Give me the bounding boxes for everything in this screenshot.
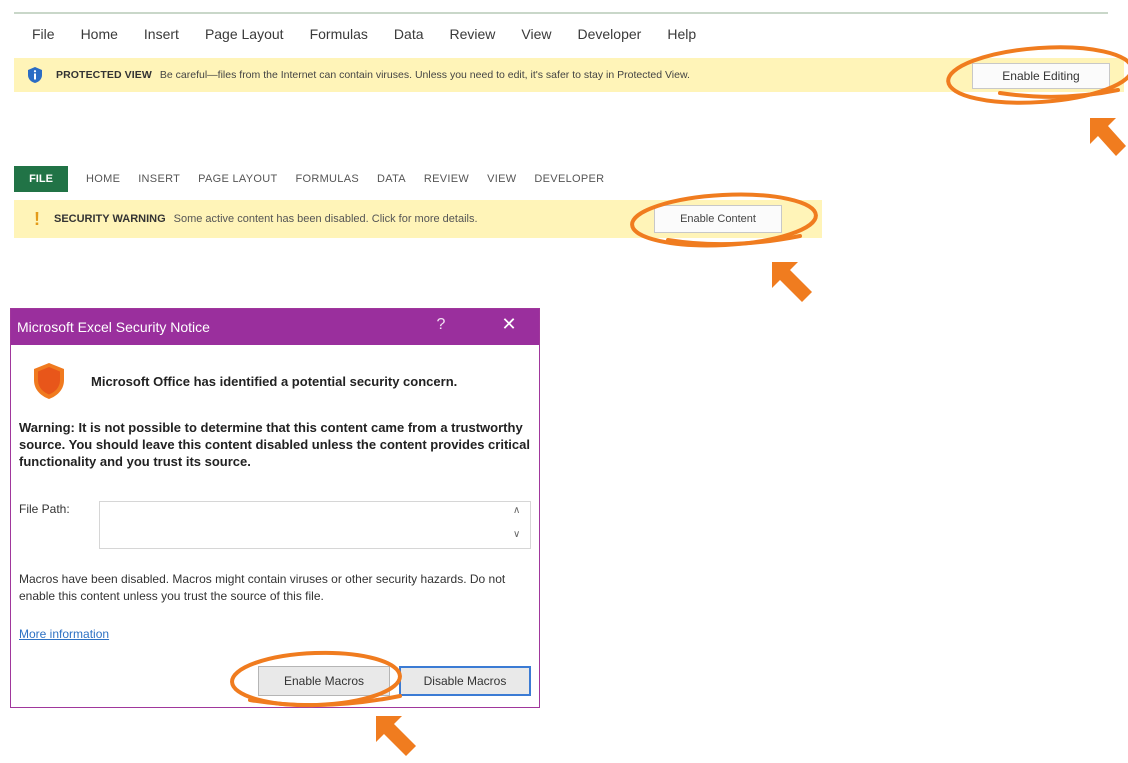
chevron-up-icon[interactable]: ∧ <box>513 505 520 516</box>
tab-page-layout[interactable]: Page Layout <box>205 26 284 42</box>
security-notice-dialog: Microsoft Excel Security Notice ? ✕ Micr… <box>10 308 540 708</box>
tab-data[interactable]: Data <box>394 26 424 42</box>
tab-formulas-caps[interactable]: FORMULAS <box>295 173 359 185</box>
pointer-arrow-icon <box>376 716 416 756</box>
warning-shield-icon <box>34 363 64 399</box>
help-icon[interactable]: ? <box>431 316 451 334</box>
file-path-field[interactable] <box>99 501 531 549</box>
enable-editing-button[interactable]: Enable Editing <box>972 63 1110 89</box>
protected-view-message: Be careful—files from the Internet can c… <box>159 69 690 81</box>
pointer-arrow-icon <box>772 262 812 302</box>
tab-review[interactable]: Review <box>450 26 496 42</box>
close-icon[interactable]: ✕ <box>497 314 521 335</box>
enable-macros-button[interactable]: Enable Macros <box>258 666 390 696</box>
dialog-warning-text: Warning: It is not possible to determine… <box>19 420 530 469</box>
tab-insert[interactable]: Insert <box>144 26 179 42</box>
dialog-title: Microsoft Excel Security Notice <box>17 319 210 335</box>
tab-help[interactable]: Help <box>667 26 696 42</box>
tab-view[interactable]: View <box>521 26 551 42</box>
macros-disabled-text: Macros have been disabled. Macros might … <box>19 572 506 603</box>
dialog-headline: Microsoft Office has identified a potent… <box>91 374 458 389</box>
protected-view-bar: PROTECTED VIEW Be careful—files from the… <box>14 58 1124 92</box>
enable-content-button[interactable]: Enable Content <box>654 205 782 233</box>
tab-data-caps[interactable]: DATA <box>377 173 406 185</box>
dialog-titlebar[interactable]: Microsoft Excel Security Notice <box>11 309 539 345</box>
tab-developer[interactable]: Developer <box>578 26 642 42</box>
protected-view-title: PROTECTED VIEW <box>56 69 152 81</box>
tab-insert-caps[interactable]: INSERT <box>138 173 180 185</box>
tab-home[interactable]: Home <box>81 26 118 42</box>
disable-macros-button[interactable]: Disable Macros <box>399 666 531 696</box>
shield-info-icon <box>28 67 42 83</box>
tab-developer-caps[interactable]: DEVELOPER <box>534 173 604 185</box>
ribbon-tabs-protected: File Home Insert Page Layout Formulas Da… <box>14 14 1108 54</box>
file-path-label: File Path: <box>19 502 70 516</box>
tab-home-caps[interactable]: HOME <box>86 173 120 185</box>
chevron-down-icon[interactable]: ∨ <box>513 529 520 540</box>
tab-review-caps[interactable]: REVIEW <box>424 173 469 185</box>
tab-file[interactable]: File <box>32 26 55 42</box>
pointer-arrow-icon <box>1090 118 1126 156</box>
security-warning-title: SECURITY WARNING <box>54 213 166 225</box>
ribbon-tabs-security: FILE HOME INSERT PAGE LAYOUT FORMULAS DA… <box>14 166 834 192</box>
exclamation-icon: ! <box>34 208 40 229</box>
tab-view-caps[interactable]: VIEW <box>487 173 516 185</box>
more-information-link[interactable]: More information <box>19 627 109 641</box>
tab-formulas[interactable]: Formulas <box>310 26 368 42</box>
tab-page-layout-caps[interactable]: PAGE LAYOUT <box>198 173 277 185</box>
tab-file-green[interactable]: FILE <box>14 166 68 192</box>
security-warning-message[interactable]: Some active content has been disabled. C… <box>174 213 478 225</box>
